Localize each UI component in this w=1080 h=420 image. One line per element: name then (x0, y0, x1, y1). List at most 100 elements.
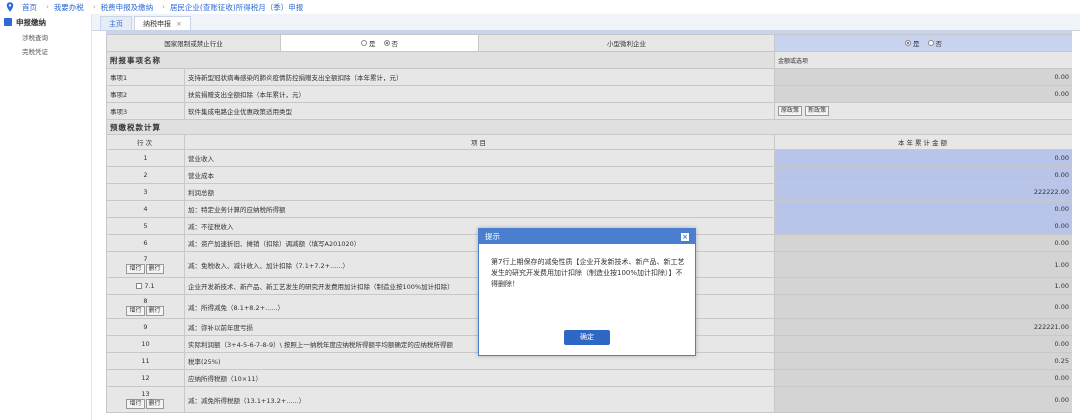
new-policy-option[interactable]: 新政策 (805, 106, 830, 116)
line-cell: 8 增行 删行 (106, 294, 185, 319)
restricted-industry-row: 国家限制或禁止行业 是 否 小型微利企业 是 否 (106, 34, 1072, 52)
close-icon[interactable]: × (176, 20, 182, 28)
sidebar-title: 申报缴纳 (16, 17, 46, 27)
item-header: 项目 (184, 134, 775, 150)
amount-header: 本年累计金额 (774, 134, 1072, 150)
attach-code: 事项1 (106, 68, 185, 86)
breadcrumb: 首页 › 我要办税 › 税费申报及缴纳 › 居民企业(查账征收)所得税月（季）申… (0, 0, 1080, 14)
attach-section-header: 附报事项名称 金额或选项 (106, 51, 1072, 69)
line-number: 6 (106, 234, 185, 252)
attach-code: 事项2 (106, 85, 185, 103)
sidebar-header[interactable]: 申报缴纳 (0, 14, 91, 30)
line-number: 12 (106, 369, 185, 387)
line-number: 7 (143, 255, 148, 263)
small-micro-options: 是 否 (774, 34, 1072, 52)
amount-value: 0.00 (774, 335, 1072, 353)
amount-value: 0.00 (774, 369, 1072, 387)
calc-section-header: 预缴税款计算 (106, 119, 1072, 135)
line-cell: 13 增行 删行 (106, 386, 185, 413)
attach-name: 扶贫捐赠支出全额扣除（本年累计，元） (184, 85, 775, 103)
confirm-button[interactable]: 确定 (564, 330, 610, 345)
amount-input[interactable]: 0.00 (774, 217, 1072, 235)
breadcrumb-separator: › (162, 3, 165, 11)
add-row-button[interactable]: 增行 (126, 306, 145, 316)
alert-dialog: 提示 × 第7行上期保存的减免性质【企业开发新技术、新产品、新工艺发生的研究开发… (478, 228, 696, 356)
tab-label: 主页 (109, 19, 123, 28)
sidebar: 申报缴纳 涉税查询 完税凭证 (0, 14, 92, 420)
breadcrumb-declare[interactable]: 税费申报及缴纳 (101, 2, 154, 13)
amount-input[interactable]: 0.00 (774, 149, 1072, 167)
breadcrumb-tax[interactable]: 我要办税 (54, 2, 84, 13)
attach-name: 软件集成电路企业优惠政策适用类型 (184, 102, 775, 120)
breadcrumb-separator: › (46, 3, 49, 11)
amount-value: 0.00 (774, 386, 1072, 413)
amount-value: 222221.00 (774, 318, 1072, 336)
attach-value-input[interactable]: 0.00 (774, 68, 1072, 86)
amount-value: 0.00 (774, 234, 1072, 252)
line-cell: 7 增行 删行 (106, 251, 185, 278)
attach-amount-header: 金额或选项 (774, 51, 1072, 69)
attach-value-input[interactable]: 0.00 (774, 85, 1072, 103)
sidebar-item-certificate[interactable]: 完税凭证 (0, 44, 91, 58)
add-row-button[interactable]: 增行 (126, 264, 145, 274)
attach-name: 支持新型冠状病毒感染的肺炎疫情防控捐赠支出全额扣除（本年累计，元） (184, 68, 775, 86)
restricted-industry-options: 是 否 (280, 34, 479, 52)
tab-bar: 主页 纳税申报 × (92, 14, 1080, 31)
amount-value: 0.00 (774, 294, 1072, 319)
tab-label: 纳税申报 (143, 19, 171, 28)
item-label: 利润总额 (184, 183, 775, 201)
item-label: 营业成本 (184, 166, 775, 184)
restricted-yes-radio[interactable]: 是 (360, 38, 375, 48)
small-micro-no-radio[interactable]: 否 (927, 38, 942, 48)
attach-code: 事项3 (106, 102, 185, 120)
delete-row-button[interactable]: 删行 (145, 399, 164, 409)
row-checkbox[interactable] (136, 283, 143, 289)
amount-input[interactable]: 222222.00 (774, 183, 1072, 201)
grid-icon (4, 18, 12, 26)
amount-value: 1.00 (774, 277, 1072, 295)
delete-row-button[interactable]: 删行 (145, 306, 164, 316)
table-row: 3 利润总额 222222.00 (106, 183, 1072, 201)
attach-row: 事项3 软件集成电路企业优惠政策适用类型 原政策 新政策 (106, 102, 1072, 120)
table-row: 4 加：特定业务计算的应纳税所得额 0.00 (106, 200, 1072, 218)
amount-input[interactable]: 0.00 (774, 166, 1072, 184)
amount-input[interactable]: 0.00 (774, 200, 1072, 218)
line-number: 1 (106, 149, 185, 167)
line-number: 5 (106, 217, 185, 235)
line-number: 13 (141, 390, 150, 398)
old-policy-option[interactable]: 原政策 (778, 106, 803, 116)
small-micro-label: 小型微利企业 (478, 34, 775, 52)
calc-section-title: 预缴税款计算 (106, 119, 1072, 135)
calc-header-row: 行次 项目 本年累计金额 (106, 134, 1072, 150)
item-label: 减：减免所得税额（13.1+13.2+......） (184, 386, 775, 413)
line-number: 9 (106, 318, 185, 336)
dialog-footer: 确定 (479, 330, 695, 345)
restricted-no-radio[interactable]: 否 (383, 38, 398, 48)
tab-home[interactable]: 主页 (100, 16, 132, 30)
line-number: 10 (106, 335, 185, 353)
table-row: 13 增行 删行 减：减免所得税额（13.1+13.2+......） 0.00 (106, 386, 1072, 413)
declaration-table: 国家限制或禁止行业 是 否 小型微利企业 是 否 附报事项名称 金额或选项 事项… (106, 34, 1072, 413)
tab-declare[interactable]: 纳税申报 × (134, 16, 191, 30)
table-row: 2 营业成本 0.00 (106, 166, 1072, 184)
small-micro-yes-radio[interactable]: 是 (904, 38, 919, 48)
add-row-button[interactable]: 增行 (126, 399, 145, 409)
attach-row: 事项2 扶贫捐赠支出全额扣除（本年累计，元） 0.00 (106, 85, 1072, 103)
close-icon[interactable]: × (681, 232, 689, 241)
line-number: 3 (106, 183, 185, 201)
dialog-title: 提示 (485, 232, 500, 241)
delete-row-button[interactable]: 删行 (145, 264, 164, 274)
amount-value: 0.25 (774, 352, 1072, 370)
sidebar-item-query[interactable]: 涉税查询 (0, 30, 91, 44)
item-label: 应纳所得税额（10×11） (184, 369, 775, 387)
line-number: 7.1 (144, 282, 155, 290)
dialog-message: 第7行上期保存的减免性质【企业开发新技术、新产品、新工艺发生的研究开发费用加计扣… (491, 258, 685, 288)
line-number: 4 (106, 200, 185, 218)
breadcrumb-home[interactable]: 首页 (22, 2, 37, 13)
amount-value: 1.00 (774, 251, 1072, 278)
breadcrumb-current[interactable]: 居民企业(查账征收)所得税月（季）申报 (170, 2, 303, 13)
line-cell: 7.1 (106, 277, 185, 295)
item-label: 加：特定业务计算的应纳税所得额 (184, 200, 775, 218)
table-row: 12 应纳所得税额（10×11） 0.00 (106, 369, 1072, 387)
breadcrumb-separator: › (92, 3, 96, 11)
